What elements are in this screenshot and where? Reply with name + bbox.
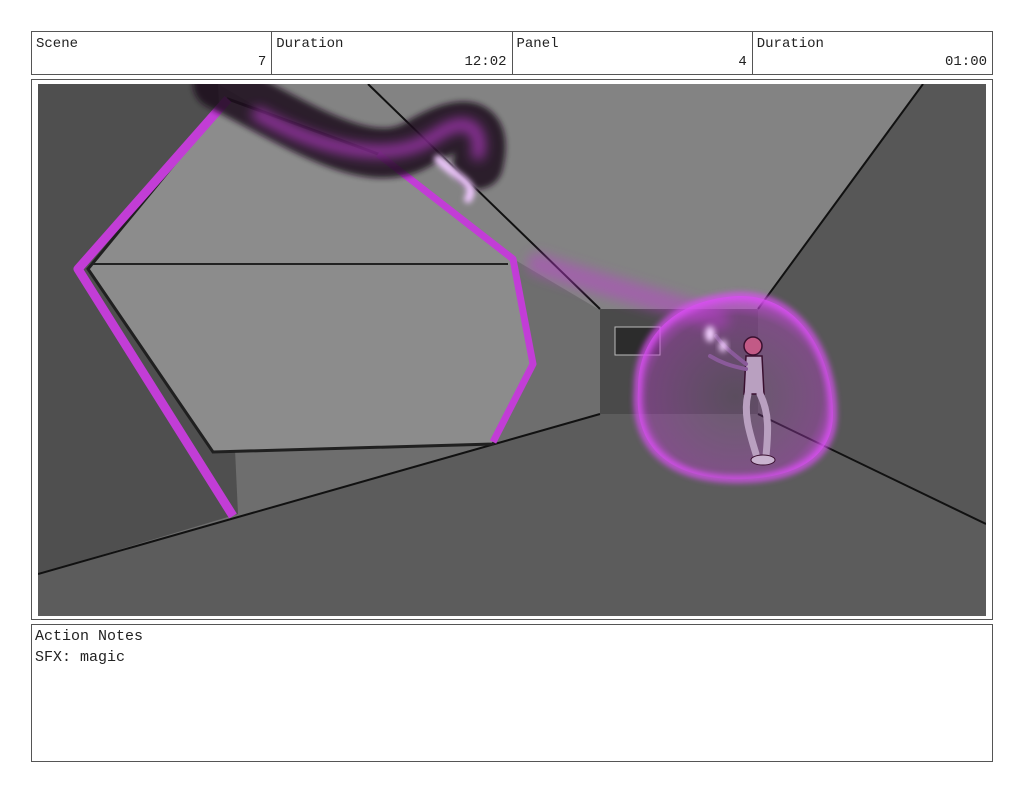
scene-value: 7 — [257, 54, 267, 70]
storyboard-frame — [31, 79, 993, 620]
scene-label: Scene — [36, 36, 79, 52]
storyboard-image — [38, 84, 986, 616]
scene-duration-label: Duration — [276, 36, 344, 52]
scene-duration-value: 12:02 — [464, 54, 507, 70]
panel-value: 4 — [738, 54, 747, 70]
scene-duration-cell: Duration 12:02 — [272, 32, 513, 74]
action-notes: Action Notes SFX: magic — [31, 624, 993, 762]
panel-header: Scene 7 Duration 12:02 Panel 4 Duration … — [31, 31, 993, 75]
panel-cell: Panel 4 — [513, 32, 753, 74]
panel-duration-cell: Duration 01:00 — [753, 32, 992, 74]
panel-label: Panel — [516, 36, 559, 52]
storyboard-drawing — [38, 84, 986, 616]
panel-duration-label: Duration — [756, 36, 824, 52]
panel-duration-value: 01:00 — [944, 54, 987, 70]
action-notes-title: Action Notes — [35, 628, 144, 645]
scene-cell: Scene 7 — [32, 32, 273, 74]
action-notes-text: SFX: magic — [35, 649, 126, 666]
